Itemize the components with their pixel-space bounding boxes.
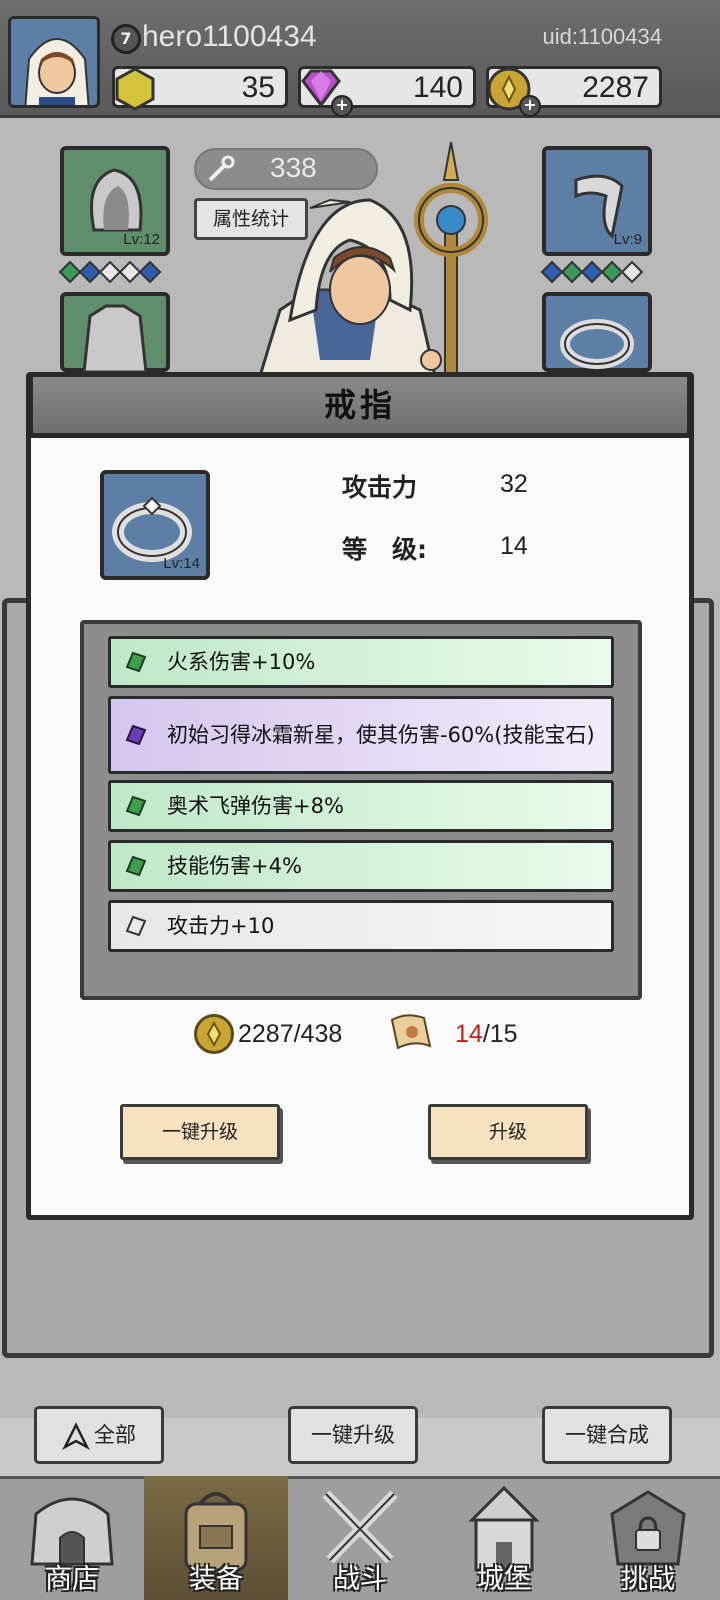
hex-coin-value: 35 xyxy=(241,71,275,104)
gold-coin-icon xyxy=(194,1014,234,1054)
filter-all-label: 全部 xyxy=(94,1423,136,1447)
stat-value-level: 14 xyxy=(500,532,528,560)
left-slot-gems xyxy=(58,260,162,284)
nav-label: 城堡 xyxy=(477,1564,531,1595)
bulk-merge-button[interactable]: 一键合成 xyxy=(542,1406,672,1464)
stat-value-attack: 32 xyxy=(500,470,528,498)
nav-label: 挑战 xyxy=(621,1564,675,1595)
nav-label: 战斗 xyxy=(333,1564,387,1595)
attribute-row: 技能伤害+4% xyxy=(108,840,614,892)
green-gem-icon xyxy=(125,855,147,877)
equip-slot-glove[interactable]: Lv:9 xyxy=(542,146,652,256)
scroll-icon xyxy=(390,1014,432,1050)
gold-cost-text: 2287/438 xyxy=(238,1020,343,1048)
gem-slot-icon xyxy=(620,260,644,284)
nav-challenge[interactable]: 挑战 xyxy=(576,1476,720,1600)
ring-icon xyxy=(560,319,634,369)
scroll-need: /15 xyxy=(482,1020,518,1048)
white-stone-icon xyxy=(125,915,147,937)
sword-power-icon xyxy=(208,155,235,182)
nav-battle[interactable]: 战斗 xyxy=(288,1476,432,1600)
right-slot-gems xyxy=(540,260,644,284)
attribute-row: 攻击力+10 xyxy=(108,900,614,952)
attribute-text: 初始习得冰霜新星，使其伤害-60%(技能宝石) xyxy=(167,723,595,747)
attribute-row: 初始习得冰霜新星，使其伤害-60%(技能宝石) xyxy=(108,696,614,774)
attribute-text: 火系伤害+10% xyxy=(167,650,316,674)
attribute-row: 奥术飞弹伤害+8% xyxy=(108,780,614,832)
gold-counter[interactable]: + 2287 xyxy=(486,66,662,117)
attribute-text: 奥术飞弹伤害+8% xyxy=(167,794,344,818)
equip-slot-armor[interactable] xyxy=(60,292,170,374)
robe-icon xyxy=(82,304,148,374)
one-key-upgrade-button[interactable]: 一键升级 xyxy=(120,1104,280,1160)
scroll-have: 14 xyxy=(455,1020,483,1048)
stat-label-attack: 攻击力 xyxy=(342,473,418,502)
equip-slot-helmet[interactable]: Lv:12 xyxy=(60,146,170,256)
equip-slot-ring[interactable] xyxy=(542,292,652,372)
slot-level-label: Lv:9 xyxy=(613,231,642,248)
player-name: hero1100434 xyxy=(142,20,317,53)
nav-label: 装备 xyxy=(189,1564,243,1595)
upgrade-button[interactable]: 升级 xyxy=(428,1104,588,1160)
scroll-count: 14/15 xyxy=(455,1020,518,1049)
triangle-filter-icon xyxy=(62,1422,90,1451)
filter-all-button[interactable]: 全部 xyxy=(34,1406,164,1464)
item-level-badge: Lv:14 xyxy=(163,555,200,572)
uid-label: uid:1100434 xyxy=(542,24,663,49)
nav-equipment[interactable]: 装备 xyxy=(144,1476,288,1600)
player-level-badge: 7 xyxy=(111,24,141,54)
player-avatar[interactable] xyxy=(8,16,100,108)
attribute-row: 火系伤害+10% xyxy=(108,636,614,688)
green-gem-icon xyxy=(125,651,147,673)
attribute-stats-button[interactable]: 属性统计 xyxy=(194,198,308,240)
gem-counter[interactable]: + 140 xyxy=(298,66,476,117)
modal-title: 戒指 xyxy=(323,386,396,424)
hex-coin-counter: 35 xyxy=(112,66,288,111)
green-gem-icon xyxy=(125,795,147,817)
item-icon-slot: Lv:14 xyxy=(100,470,210,580)
hooded-hero-portrait-icon xyxy=(11,19,97,105)
slot-level-label: Lv:12 xyxy=(123,231,160,248)
power-value: 338 xyxy=(270,152,317,183)
nav-shop[interactable]: 商店 xyxy=(0,1476,144,1600)
hex-coin-icon xyxy=(115,67,155,111)
gem-value: 140 xyxy=(412,71,463,104)
attribute-text: 技能伤害+4% xyxy=(167,854,302,878)
gem-plus-icon[interactable]: + xyxy=(331,95,353,117)
nav-label: 商店 xyxy=(45,1564,99,1595)
purple-gem-icon xyxy=(125,724,147,746)
gold-plus-icon[interactable]: + xyxy=(519,95,541,117)
stat-label-level: 等 级: xyxy=(342,535,427,564)
gem-slot-icon xyxy=(138,260,162,284)
nav-castle[interactable]: 城堡 xyxy=(432,1476,576,1600)
gold-value: 2287 xyxy=(582,71,649,104)
bulk-upgrade-button[interactable]: 一键升级 xyxy=(288,1406,418,1464)
attribute-text: 攻击力+10 xyxy=(167,914,275,938)
